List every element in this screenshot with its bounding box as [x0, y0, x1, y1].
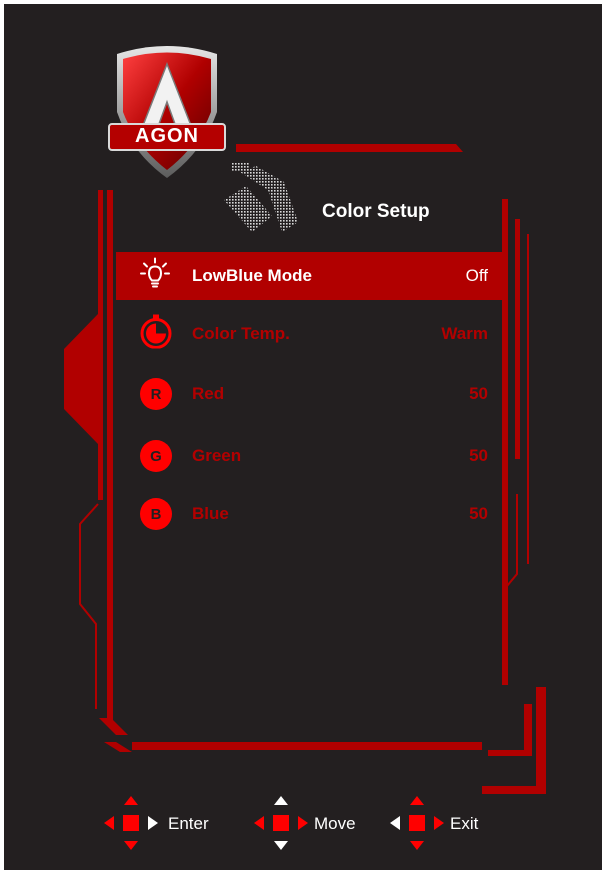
lightbulb-icon	[140, 257, 170, 295]
menu-item-green[interactable]: G Green 50	[116, 432, 502, 480]
menu-item-value: 50	[469, 504, 488, 523]
dpad-move-icon	[254, 796, 308, 850]
menu-item-label: Red	[192, 384, 225, 403]
menu-item-color-temp[interactable]: Color Temp. Warm	[116, 310, 502, 358]
dpad-enter-icon	[104, 796, 158, 850]
page-title: Color Setup	[322, 201, 430, 222]
menu-item-value: Warm	[441, 324, 488, 343]
menu-item-label: LowBlue Mode	[192, 266, 312, 285]
hint-exit-label: Exit	[450, 814, 479, 833]
color-temp-icon	[140, 314, 172, 354]
hint-enter: Enter	[102, 796, 222, 850]
paint-roller-icon	[224, 162, 298, 232]
green-channel-icon: G	[140, 440, 172, 472]
menu-item-value: 50	[469, 384, 488, 403]
menu-item-label: Color Temp.	[192, 324, 290, 343]
menu-item-value: 50	[469, 446, 488, 465]
brand-text: AGON	[135, 125, 199, 147]
hint-exit: Exit	[388, 796, 498, 850]
menu-item-label: Green	[192, 446, 242, 465]
osd-menu: AGON Color Setup LowBlue Mode Off Color …	[4, 4, 602, 870]
menu-item-label: Blue	[192, 504, 229, 523]
red-channel-icon: R	[140, 378, 172, 410]
hint-move-label: Move	[314, 814, 356, 833]
menu-item-lowblue-mode[interactable]: LowBlue Mode Off	[116, 252, 502, 300]
menu-item-value: Off	[465, 266, 488, 285]
menu-item-blue[interactable]: B Blue 50	[116, 490, 502, 538]
dpad-exit-icon	[390, 796, 444, 850]
hint-enter-label: Enter	[168, 814, 209, 833]
hint-move: Move	[252, 796, 372, 850]
blue-channel-icon: B	[140, 498, 172, 530]
menu-item-red[interactable]: R Red 50	[116, 370, 502, 418]
agon-logo	[108, 46, 226, 178]
